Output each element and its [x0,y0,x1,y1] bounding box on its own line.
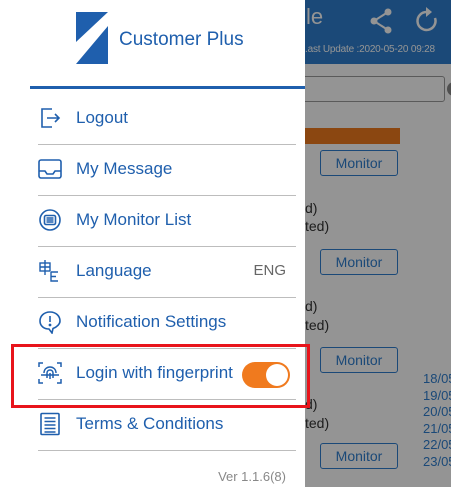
divider [38,450,296,451]
brand-header: Customer Plus [0,0,305,89]
monitor-list-icon [39,209,61,231]
menu-item-logout[interactable]: Logout [38,94,296,145]
menu-item-label: Notification Settings [76,312,227,331]
menu-item-label: Terms & Conditions [76,414,224,433]
menu-item-my-monitor-list[interactable]: My Monitor List [38,196,296,247]
logout-icon [41,108,61,128]
navigation-drawer: Customer Plus Logout My Message My Monit… [0,0,305,487]
notification-icon [39,311,61,334]
document-icon [40,412,60,436]
brand-divider [30,86,305,89]
menu-item-label: Language [76,261,152,280]
language-icon [39,260,58,282]
customer-plus-logo-icon [76,12,108,64]
menu-item-label: Logout [76,108,128,127]
version-text: Ver 1.1.6(8) [218,469,286,484]
brand-name: Customer Plus [119,29,244,50]
language-value: ENG [253,262,286,279]
highlight-box [11,344,310,408]
menu-item-label: My Monitor List [76,210,192,229]
drawer-scrim[interactable] [305,0,451,487]
menu-item-language[interactable]: Language ENG [38,247,296,298]
menu-item-notification-settings[interactable]: Notification Settings [38,298,296,349]
menu-item-label: My Message [76,159,173,178]
message-inbox-icon [38,159,62,179]
menu-item-my-message[interactable]: My Message [38,145,296,196]
